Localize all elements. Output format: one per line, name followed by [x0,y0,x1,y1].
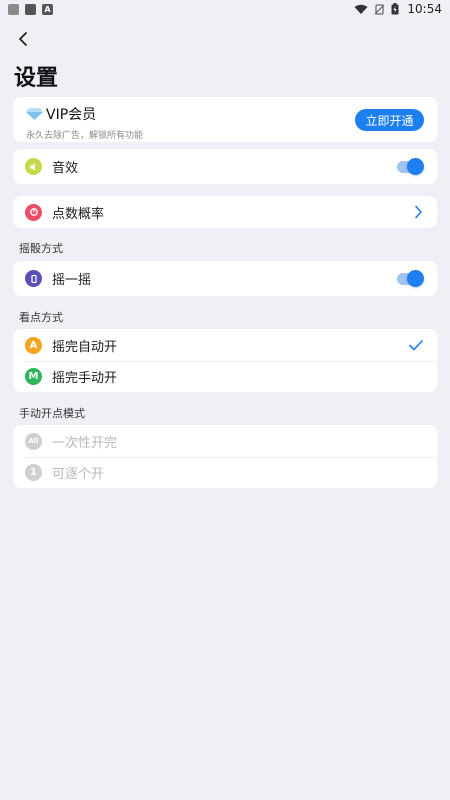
app-notification-icon [25,3,36,15]
manual-section-header: 手动开点模式 [19,407,85,420]
status-bar: A 10:54 [0,0,450,18]
manual-letter-icon: M [25,368,42,385]
probability-row[interactable]: 点数概率 [13,196,437,228]
probability-card[interactable]: 点数概率 [13,196,437,228]
manual-option-label: 一次性开完 [52,435,118,451]
vip-card[interactable]: VIP会员 永久去除广告，解锁所有功能 立即开通 [13,97,437,142]
toggle-knob [407,157,424,175]
auto-letter-icon: A [25,336,42,354]
chevron-right-icon [415,205,422,219]
one-letter-icon: 1 [25,464,42,481]
sound-toggle[interactable] [397,157,424,175]
vip-title: VIP会员 [46,107,97,123]
vip-subscribe-button[interactable]: 立即开通 [355,109,424,131]
phone-shake-icon [25,270,42,287]
image-notification-icon [8,3,19,15]
sound-card: 音效 [13,149,437,184]
manual-option-all[interactable]: All 一次性开完 [13,425,437,457]
page-title: 设置 [14,66,59,91]
status-bar-right: 10:54 [354,2,442,16]
toggle-knob [407,269,424,287]
vip-title-row: VIP会员 [26,104,143,124]
checkmark-icon [409,339,423,350]
all-letter-icon: All [25,432,42,450]
manual-card: All 一次性开完 1 可逐个开 [13,425,437,488]
shake-section-header: 摇骰方式 [19,242,63,255]
speaker-icon [25,158,42,175]
chevron-left-icon [19,32,27,46]
shake-row: 摇一摇 [13,261,437,296]
shake-card: 摇一摇 [13,261,437,296]
back-button[interactable] [12,28,34,50]
sound-label: 音效 [52,161,79,176]
view-option-auto[interactable]: A 摇完自动开 [13,329,437,361]
view-section-header: 看点方式 [19,311,63,324]
view-option-label: 摇完手动开 [52,371,118,386]
shake-toggle[interactable] [397,269,424,287]
status-time: 10:54 [407,2,442,16]
battery-icon [391,3,399,15]
view-option-manual[interactable]: M 摇完手动开 [13,361,437,392]
manual-option-label: 可逐个开 [52,467,105,482]
no-sim-icon [374,3,385,15]
pie-icon [25,203,42,221]
view-card: A 摇完自动开 M 摇完手动开 [13,329,437,392]
probability-label: 点数概率 [52,206,105,222]
a-notification-icon: A [42,3,53,15]
wifi-icon [354,4,368,14]
status-bar-left: A [8,3,53,15]
vip-subtitle: 永久去除广告，解锁所有功能 [26,131,144,141]
sound-row: 音效 [13,149,437,184]
diamond-icon [26,108,43,120]
manual-option-one-by-one[interactable]: 1 可逐个开 [13,457,437,488]
shake-label: 摇一摇 [52,273,92,288]
view-option-label: 摇完自动开 [52,339,118,355]
